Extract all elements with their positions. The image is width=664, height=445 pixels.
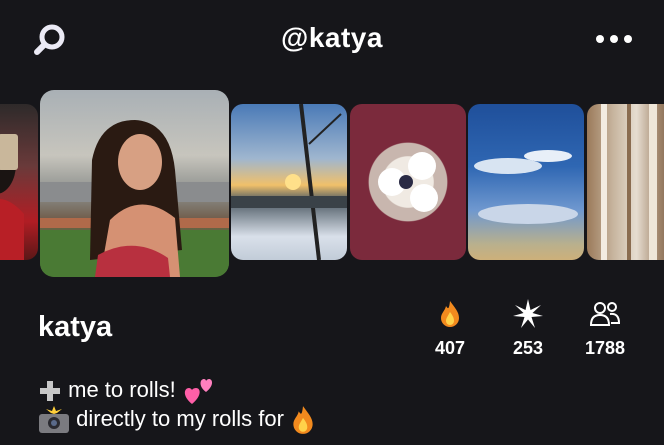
- photo-ceiling-fan[interactable]: [350, 104, 466, 260]
- more-options-button[interactable]: [592, 30, 636, 48]
- photo-portrait-balcony[interactable]: [40, 90, 229, 277]
- photo-blue-sky[interactable]: [468, 104, 584, 260]
- header: @katya: [0, 0, 664, 80]
- photo-sunset-snow[interactable]: [231, 104, 347, 260]
- profile-name: katya: [38, 311, 113, 343]
- bio-text: directly to my rolls for: [76, 405, 284, 431]
- profile-handle: @katya: [281, 22, 383, 53]
- bio-text: me to rolls!: [68, 376, 176, 402]
- stat-sparkles[interactable]: 253: [493, 299, 563, 359]
- fire-icon: [441, 301, 459, 327]
- photo-portrait-red[interactable]: [0, 104, 38, 260]
- people-icon: [589, 302, 621, 326]
- stat-friends[interactable]: 1788: [570, 300, 640, 359]
- camera-flash-icon: [39, 406, 69, 433]
- stat-value: 253: [512, 338, 544, 358]
- bio-line: me to rolls!: [38, 376, 216, 406]
- stat-value: 407: [434, 338, 466, 358]
- stat-value: 1788: [584, 338, 626, 358]
- photo-window-blur[interactable]: [587, 104, 664, 260]
- bio-line: directly to my rolls for: [38, 405, 316, 435]
- stat-streak[interactable]: 407: [415, 300, 485, 359]
- fire-icon: [293, 406, 313, 434]
- sparkle-icon: [513, 299, 543, 328]
- plus-icon: [40, 381, 60, 401]
- more-dots-icon: [596, 35, 604, 43]
- hearts-icon: [184, 379, 212, 404]
